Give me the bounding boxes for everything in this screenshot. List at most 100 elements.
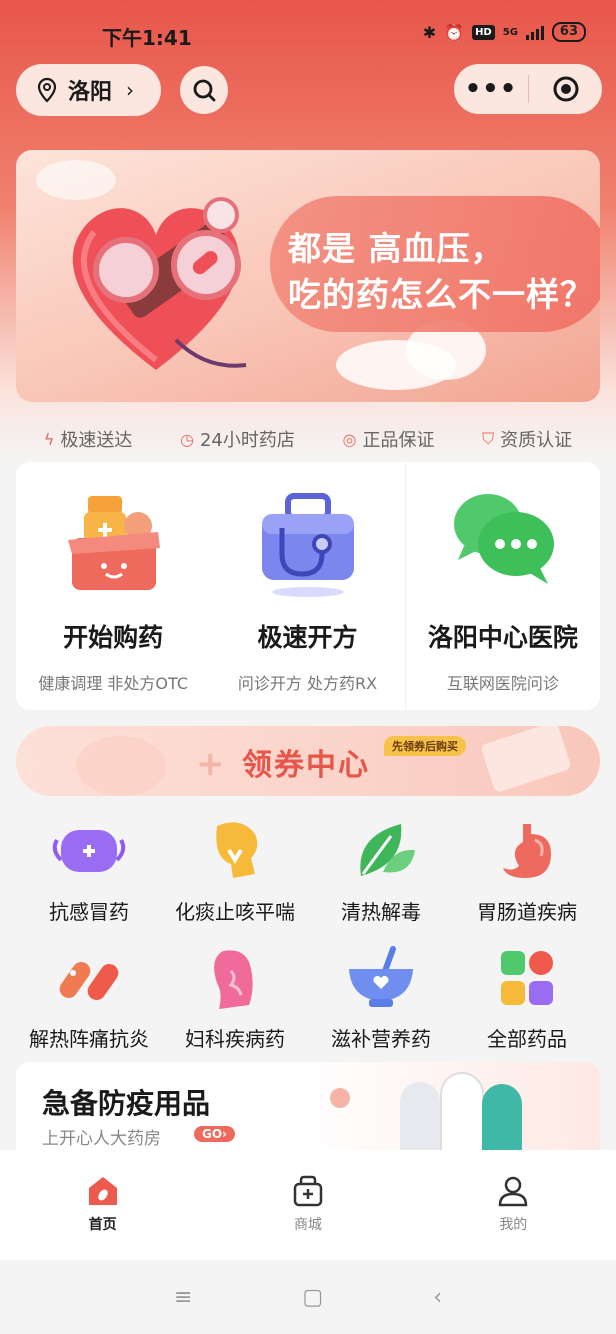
stethoscope-icon [262,493,355,597]
category-label: 化痰止咳平喘 [175,900,295,924]
category-label: 全部药品 [487,1027,567,1051]
miniprogram-capsule: ••• [454,64,602,114]
battery-indicator: 63 [551,22,586,42]
service-subtitle: 互联网医院问诊 [446,674,559,693]
plus-decoration-icon: + [196,744,225,784]
grid-icon [501,951,553,1005]
home-icon [88,1177,117,1205]
search-icon [193,79,216,102]
tab-profile[interactable]: 我的 [411,1150,616,1260]
status-icons: ✱ ⏰ HD 5G 63 [423,22,586,42]
category-cold[interactable]: 抗感冒药 [16,816,162,925]
location-selector[interactable]: 洛阳 › [16,64,161,116]
chevron-right-icon: › [126,78,135,102]
chat-bubble-icon [453,494,554,584]
service-buy-medicine[interactable]: 开始购药 健康调理 非处方OTC [16,462,210,710]
shop-icon [293,1175,323,1207]
home-square-icon[interactable]: ▢ [302,1285,323,1310]
service-subtitle: 健康调理 非处方OTC [38,674,189,693]
female-icon [214,950,253,1009]
go-button[interactable]: GO› [194,1126,235,1142]
search-button[interactable] [180,66,228,114]
feature-certified: ⛉ 资质认证 [482,424,572,454]
network-label: 5G [502,26,518,38]
service-title: 极速开方 [257,623,358,652]
promo-illustration [300,1062,600,1162]
tab-label: 我的 [499,1217,528,1233]
banner-headline-1: 都是 高血压， [288,229,505,268]
service-title: 开始购药 [63,623,164,652]
back-icon[interactable]: ‹ [433,1285,442,1310]
virus-icon [330,1088,350,1108]
feature-label: 24小时药店 [199,430,295,451]
category-cough[interactable]: 化痰止咳平喘 [162,816,308,925]
profile-icon [499,1176,528,1207]
epidemic-supplies-promo[interactable]: 急备防疫用品 上开心人大药房 GO› [16,1062,600,1162]
coupon-title: 领券中心 [242,748,370,783]
tab-label: 首页 [88,1217,117,1233]
coupon-center-banner[interactable]: + 领券中心 先领券后购买 [16,726,600,796]
promo-title: 急备防疫用品 [42,1087,211,1120]
system-navigation-bar: ≡ ▢ ‹ [0,1260,616,1334]
coupon-decoration [76,736,166,796]
category-nutrition[interactable]: 滋补营养药 [308,943,454,1052]
status-bar: 下午1:41 ✱ ⏰ HD 5G 63 [0,18,616,54]
service-quick-prescription[interactable]: 极速开方 问诊开方 处方药RX [210,462,404,710]
bottom-tab-bar: 首页 商城 我的 [0,1150,616,1260]
genuine-icon: ◎ [342,429,357,449]
category-grid: 抗感冒药 化痰止咳平喘 清热解毒 胃肠道疾病 解热阵痛抗炎 妇科疾病药 滋补营养… [16,816,600,1052]
category-gynecology[interactable]: 妇科疾病药 [162,943,308,1052]
service-title: 洛阳中心医院 [427,623,578,652]
stomach-icon [503,824,551,878]
category-detox[interactable]: 清热解毒 [308,816,454,925]
tab-home[interactable]: 首页 [0,1150,205,1260]
signal-icon [525,24,544,40]
leaf-icon [360,824,415,876]
tab-shop[interactable]: 商城 [205,1150,410,1260]
lightning-icon: ϟ [43,429,55,449]
category-label: 抗感冒药 [49,900,129,924]
promo-subtitle: 上开心人大药房 [42,1129,161,1149]
category-label: 清热解毒 [341,900,421,924]
more-options-icon[interactable]: ••• [454,64,528,114]
status-time: 下午1:41 [102,26,192,50]
feature-fast-delivery: ϟ 极速送达 [44,424,133,454]
bluetooth-icon: ✱ [422,22,437,42]
shield-icon: ⛉ [482,429,495,448]
capsule-icon [59,961,119,1001]
category-gastro[interactable]: 胃肠道疾病 [454,816,600,925]
clock-24-icon: ◷ [180,429,194,449]
category-fever-pain[interactable]: 解热阵痛抗炎 [16,943,162,1052]
service-subtitle: 问诊开方 处方药RX [237,674,378,693]
feature-strip: ϟ 极速送达 ◷ 24小时药店 ◎ 正品保证 ⛉ 资质认证 [0,424,616,454]
mask-icon [52,830,126,872]
throat-icon [216,822,258,878]
category-label: 解热阵痛抗炎 [29,1027,149,1051]
feature-24h: ◷ 24小时药店 [180,424,295,454]
category-label: 妇科疾病药 [185,1027,285,1051]
alarm-icon: ⏰ [444,22,465,42]
coupon-ticket-icon [480,726,572,794]
category-label: 胃肠道疾病 [477,900,577,924]
services-card: 开始购药 健康调理 非处方OTC 极速开方 问诊开方 处方药RX 洛阳中心医院 … [16,462,600,710]
category-all[interactable]: 全部药品 [454,943,600,1052]
feature-label: 正品保证 [362,430,435,451]
banner-headline-2: 吃的药怎么不一样？ [288,275,594,314]
medicine-box-icon [68,496,161,590]
category-label: 滋补营养药 [331,1027,431,1051]
feature-genuine: ◎ 正品保证 [343,424,435,454]
location-pin-icon [37,77,57,103]
service-luoyang-hospital[interactable]: 洛阳中心医院 互联网医院问诊 [404,462,600,710]
bowl-icon [349,946,413,1007]
menu-icon[interactable]: ≡ [174,1285,192,1310]
feature-label: 资质认证 [500,430,573,451]
location-label: 洛阳 [68,80,113,105]
coupon-tag: 先领券后购买 [384,736,466,756]
doctor-figure [440,1072,484,1162]
tab-label: 商城 [293,1217,322,1233]
promo-banner[interactable]: 都是 高血压， 吃的药怎么不一样？ [16,150,600,402]
target-icon [553,76,578,102]
feature-label: 极速送达 [60,430,133,451]
hd-badge: HD [472,24,495,40]
close-miniprogram-button[interactable] [529,75,602,103]
